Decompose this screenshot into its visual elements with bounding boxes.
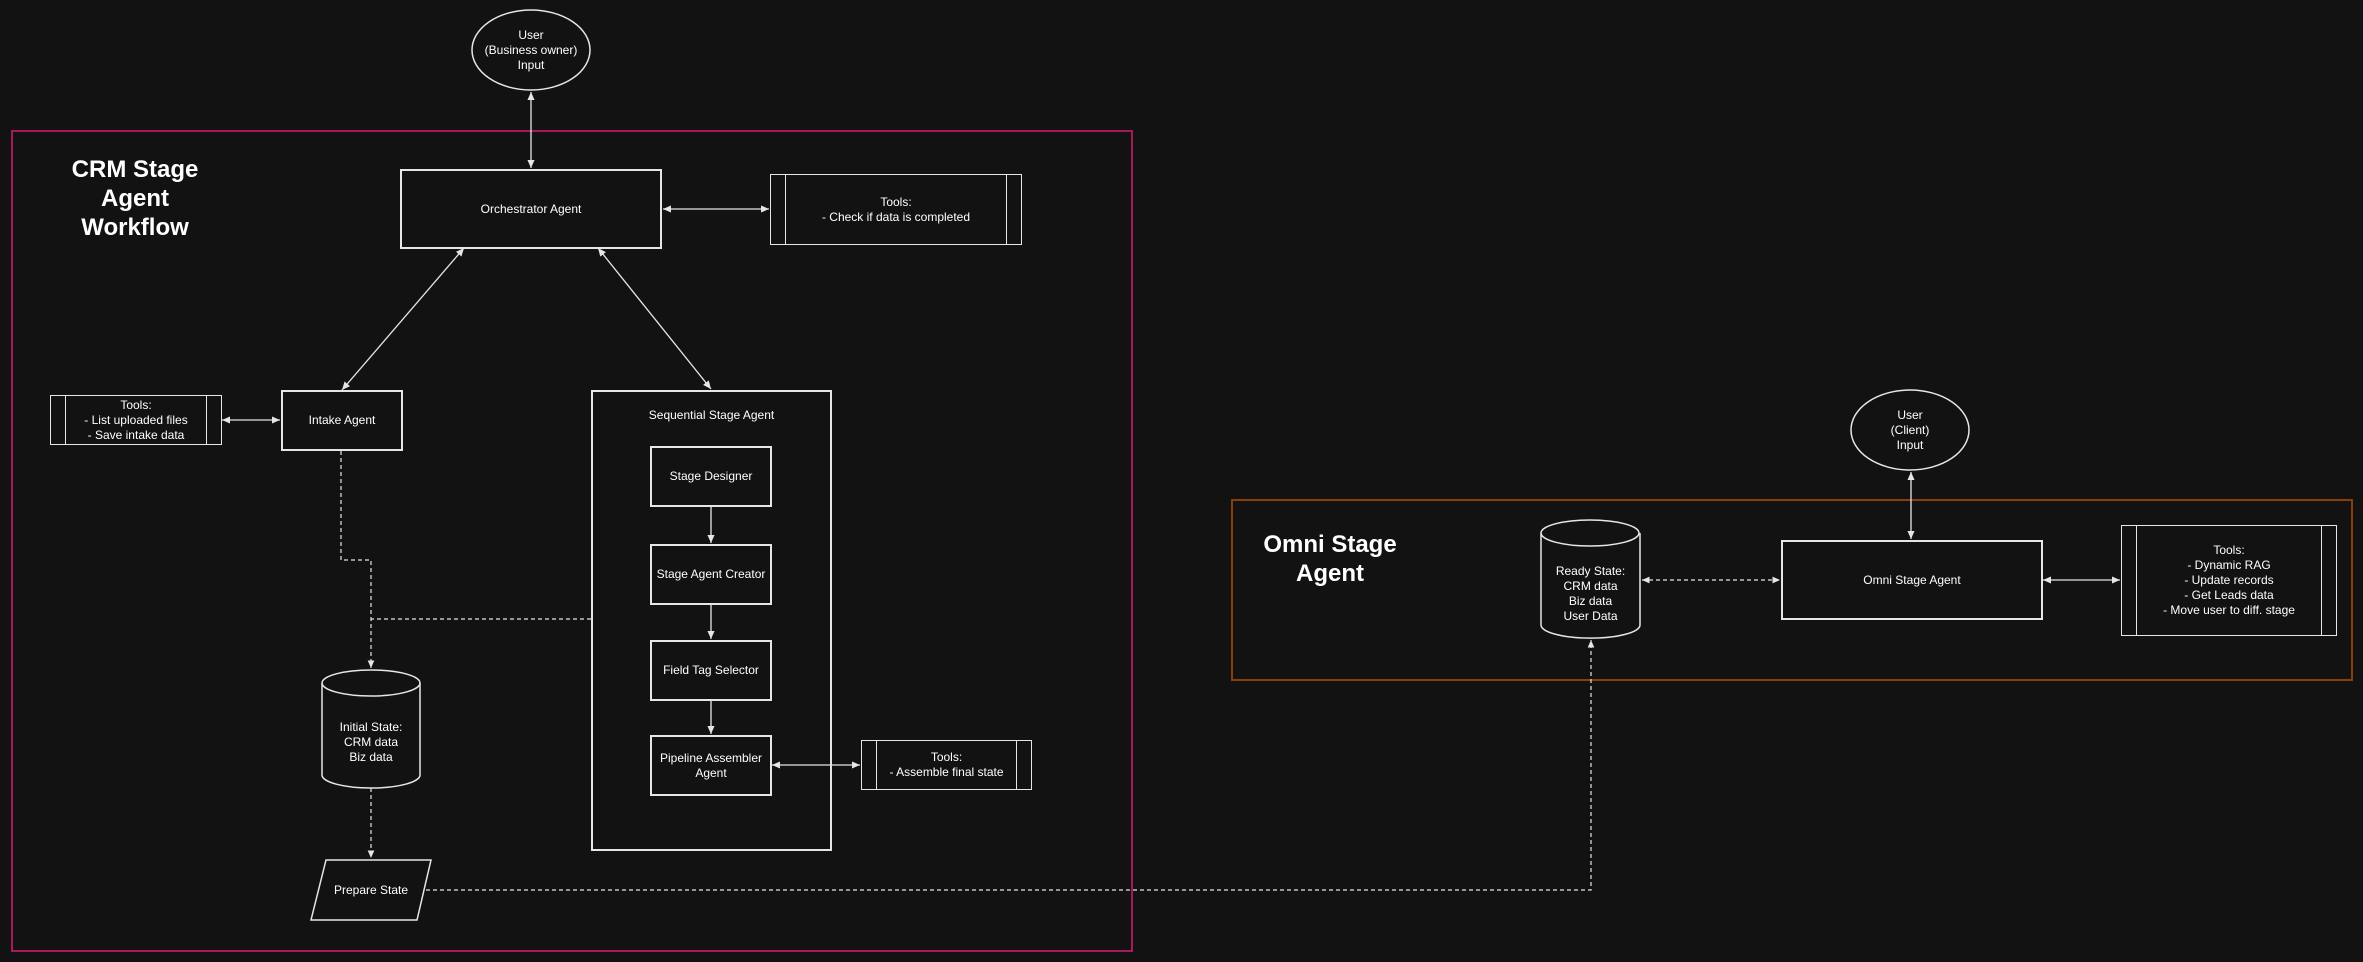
user-client-input: User (Client) Input <box>1890 407 1930 452</box>
pipeline-tools: Tools: - Assemble final state <box>861 740 1032 790</box>
connector-intake-initial <box>340 451 375 668</box>
omni-tools-text: Tools: - Dynamic RAG - Update records - … <box>2163 543 2295 617</box>
crm-group-title: CRM Stage Agent Workflow <box>71 156 199 241</box>
pipeline-assembler-agent[interactable]: Pipeline Assembler Agent <box>650 735 772 796</box>
connector-orchestrator-sequential <box>597 247 712 390</box>
diagram-canvas <box>11 9 2353 952</box>
connector-orchestrator-intake <box>341 247 465 391</box>
orchestrator-tools-text: Tools: - Check if data is completed <box>821 194 971 224</box>
omni-group-title: Omni Stage Agent <box>1263 531 1397 587</box>
orchestrator-agent[interactable]: Orchestrator Agent <box>400 169 662 249</box>
sequential-stage-agent-label: Sequential Stage Agent <box>648 408 775 422</box>
intake-tools: Tools: - List uploaded files - Save inta… <box>50 395 222 445</box>
pipeline-tools-text: Tools: - Assemble final state <box>889 750 1004 779</box>
ready-state-label: Ready State: CRM data Biz data User Data <box>1555 564 1626 623</box>
crm-group-frame <box>11 130 1133 952</box>
orchestrator-tools: Tools: - Check if data is completed <box>770 174 1022 245</box>
stage-designer[interactable]: Stage Designer <box>650 446 772 507</box>
intake-agent[interactable]: Intake Agent <box>281 390 403 451</box>
prepare-state-label[interactable]: Prepare State <box>316 860 426 920</box>
omni-stage-agent[interactable]: Omni Stage Agent <box>1781 540 2043 620</box>
stage-agent-creator[interactable]: Stage Agent Creator <box>650 544 772 605</box>
field-tag-selector[interactable]: Field Tag Selector <box>650 640 772 701</box>
intake-tools-text: Tools: - List uploaded files - Save inta… <box>84 397 188 442</box>
initial-state-label: Initial State: CRM data Biz data <box>339 720 403 764</box>
user-business-input: User (Business owner) Input <box>484 27 578 72</box>
omni-tools: Tools: - Dynamic RAG - Update records - … <box>2121 525 2337 636</box>
